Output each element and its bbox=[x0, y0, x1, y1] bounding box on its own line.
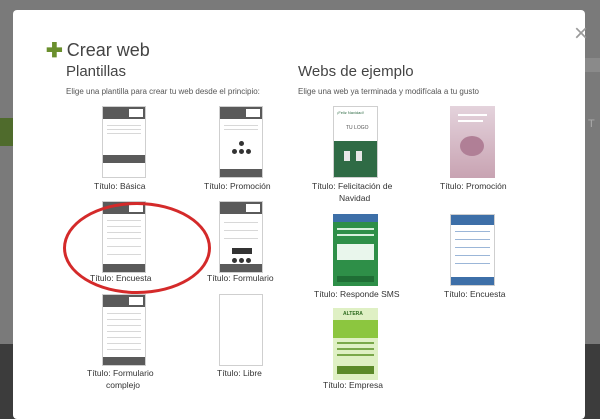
create-web-modal: × ✚ Crear web Plantillas Elige una plant… bbox=[13, 10, 588, 419]
example-thumbnail-navidad[interactable]: ¡Feliz Navidad! TU LOGO bbox=[333, 106, 378, 178]
template-thumbnail-promocion[interactable] bbox=[219, 106, 263, 178]
annotation-circle bbox=[63, 202, 211, 294]
templates-heading: Plantillas bbox=[66, 63, 127, 80]
template-thumbnail-formulario-complejo[interactable] bbox=[102, 294, 146, 366]
background-accent-bar bbox=[0, 118, 14, 146]
template-label[interactable]: Título: Libre bbox=[217, 367, 262, 379]
template-thumbnail-libre[interactable] bbox=[219, 294, 263, 366]
plus-icon: ✚ bbox=[46, 39, 63, 62]
example-label[interactable]: Título: Responde SMS bbox=[314, 288, 400, 300]
modal-title-text: Crear web bbox=[66, 40, 150, 60]
template-thumbnail-basica[interactable] bbox=[102, 106, 146, 178]
template-label[interactable]: complejo bbox=[106, 379, 140, 391]
example-thumbnail-promocion[interactable] bbox=[450, 106, 495, 178]
examples-description: Elige una web ya terminada y modifícala … bbox=[298, 87, 479, 96]
example-label[interactable]: Título: Encuesta bbox=[444, 288, 505, 300]
background-text: T bbox=[588, 118, 595, 130]
example-thumbnail-encuesta[interactable] bbox=[450, 214, 495, 286]
background-element bbox=[583, 58, 600, 72]
example-label[interactable]: Título: Promoción bbox=[440, 180, 507, 192]
logo-text: TU LOGO bbox=[346, 125, 369, 131]
template-label[interactable]: Título: Formulario bbox=[87, 367, 154, 379]
template-label[interactable]: Título: Formulario bbox=[207, 272, 274, 284]
templates-description: Elige una plantilla para crear tu web de… bbox=[66, 87, 260, 96]
example-label[interactable]: Título: Felicitación de bbox=[312, 180, 392, 192]
template-label[interactable]: Título: Básica bbox=[94, 180, 146, 192]
example-label[interactable]: Navidad bbox=[339, 192, 370, 204]
template-label[interactable]: Título: Promoción bbox=[204, 180, 271, 192]
examples-heading: Webs de ejemplo bbox=[298, 63, 414, 80]
modal-title: ✚ Crear web bbox=[46, 40, 150, 61]
xmas-header-text: ¡Feliz Navidad! bbox=[337, 110, 364, 115]
example-thumbnail-responde-sms[interactable] bbox=[333, 214, 378, 286]
close-icon[interactable]: × bbox=[571, 22, 591, 46]
altera-text: ALTERA bbox=[343, 311, 363, 317]
example-thumbnail-empresa[interactable]: ALTERA bbox=[333, 308, 378, 380]
example-label[interactable]: Título: Empresa bbox=[323, 379, 383, 391]
template-thumbnail-formulario[interactable] bbox=[219, 201, 263, 273]
